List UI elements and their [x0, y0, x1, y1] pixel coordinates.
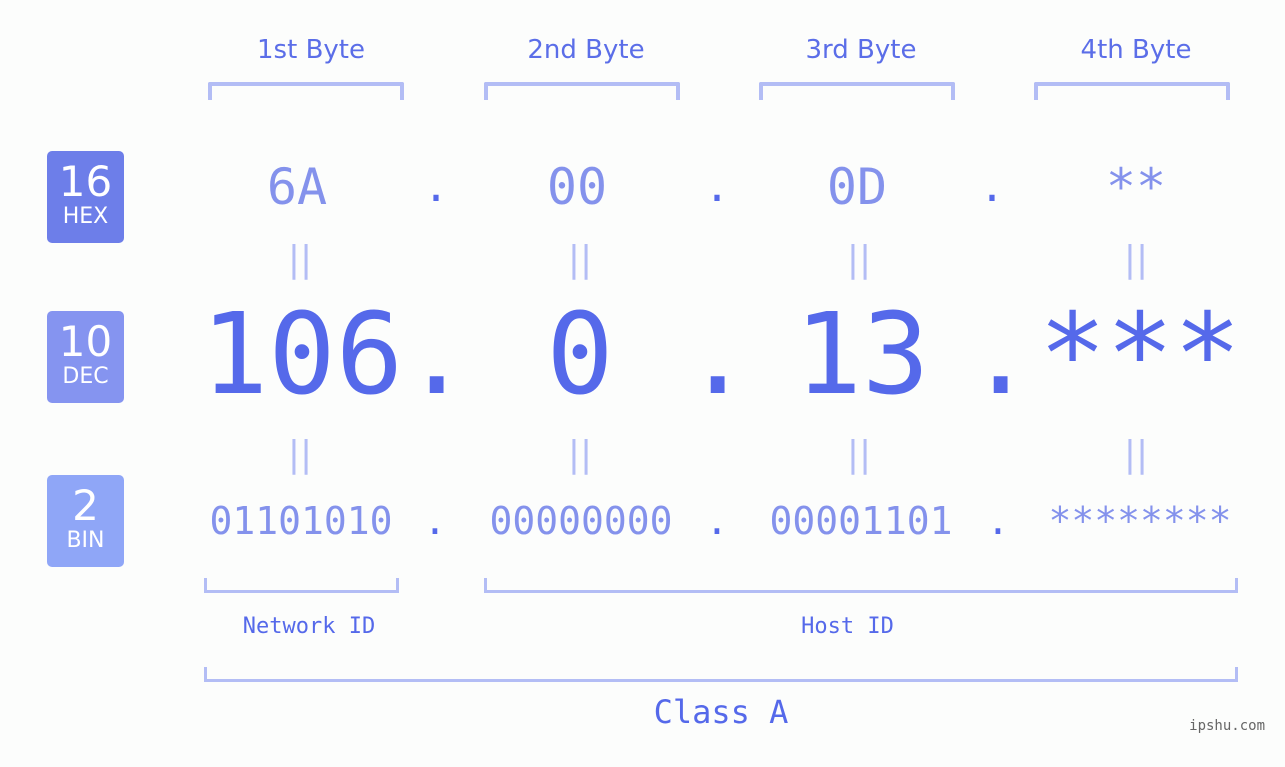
equals-sign: ||	[287, 434, 313, 475]
byte-bracket-2	[484, 82, 680, 100]
hex-byte-3: 0D	[826, 158, 888, 216]
bin-badge: 2 BIN	[47, 475, 124, 567]
bin-separator-3: .	[986, 499, 1010, 543]
bin-separator-1: .	[423, 499, 447, 543]
network-id-label: Network ID	[242, 614, 376, 639]
hex-separator-2: .	[704, 162, 730, 211]
dec-separator-3: .	[967, 290, 1035, 420]
hex-byte-1: 6A	[266, 158, 328, 216]
dec-byte-2: 0	[546, 290, 614, 420]
equals-sign: ||	[846, 239, 872, 280]
bin-byte-4: ********	[1048, 499, 1232, 543]
host-id-bracket	[484, 578, 1238, 593]
dec-badge: 10 DEC	[47, 311, 124, 403]
dec-separator-2: .	[684, 290, 752, 420]
dec-base-number: 10	[58, 317, 113, 366]
bin-byte-1: 01101010	[209, 499, 393, 543]
byte-header-3: 3rd Byte	[805, 35, 917, 65]
bin-byte-3: 00001101	[769, 499, 953, 543]
bin-base-number: 2	[72, 481, 99, 530]
hex-byte-2: 00	[546, 158, 608, 216]
hex-base-label: HEX	[62, 204, 109, 229]
hex-separator-3: .	[979, 162, 1005, 211]
hex-badge: 16 HEX	[47, 151, 124, 243]
byte-header-4: 4th Byte	[1080, 35, 1192, 65]
dec-byte-4: ***	[1038, 290, 1242, 420]
byte-bracket-1	[208, 82, 404, 100]
dec-byte-3: 13	[794, 290, 930, 420]
class-bracket	[204, 667, 1238, 682]
hex-base-number: 16	[58, 157, 113, 206]
class-label: Class A	[653, 693, 789, 731]
bin-separator-2: .	[705, 499, 729, 543]
equals-sign: ||	[1123, 434, 1149, 475]
hex-byte-4: **	[1105, 158, 1167, 216]
host-id-label: Host ID	[801, 614, 894, 639]
network-id-bracket	[204, 578, 399, 593]
dec-base-label: DEC	[62, 364, 109, 389]
equals-sign: ||	[846, 434, 872, 475]
dec-byte-1: 106	[200, 290, 404, 420]
bin-base-label: BIN	[66, 528, 105, 553]
equals-sign: ||	[567, 239, 593, 280]
equals-sign: ||	[567, 434, 593, 475]
bin-byte-2: 00000000	[489, 499, 673, 543]
watermark: ipshu.com	[1189, 718, 1265, 734]
byte-bracket-3	[759, 82, 955, 100]
equals-sign: ||	[1123, 239, 1149, 280]
byte-header-1: 1st Byte	[257, 35, 365, 65]
hex-separator-1: .	[423, 162, 449, 211]
equals-sign: ||	[287, 239, 313, 280]
dec-separator-1: .	[403, 290, 471, 420]
byte-bracket-4	[1034, 82, 1230, 100]
byte-header-2: 2nd Byte	[527, 35, 645, 65]
